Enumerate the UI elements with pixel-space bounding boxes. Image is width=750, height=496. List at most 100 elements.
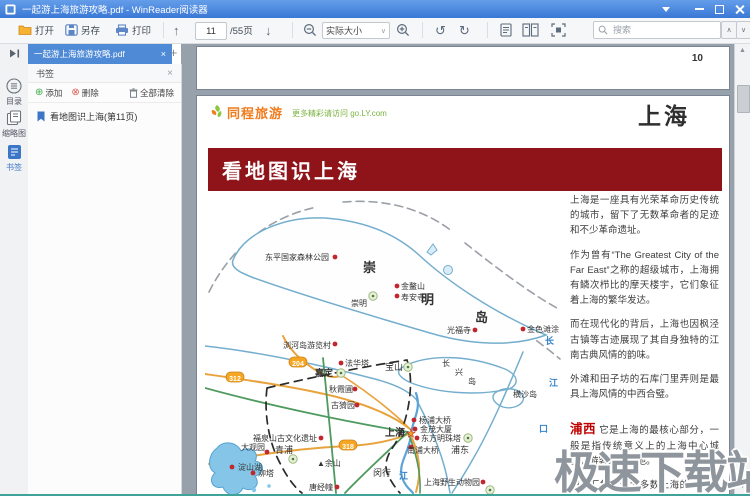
svg-text:闵行: 闵行 (373, 467, 391, 478)
zoom-out-icon (303, 23, 317, 37)
brand-logo-icon (209, 104, 225, 120)
svg-text:唐经幢: 唐经幢 (309, 482, 333, 492)
puxi-keyword: 浦西 (570, 422, 596, 436)
pdf-page-previous: 10 (197, 47, 729, 89)
new-tab-button[interactable]: + (166, 45, 181, 61)
shanghai-map: 204312318★东平国家森林公园崇明岛金鳌山寿安寺崇明光福寺金色滩涂长江口长… (205, 196, 563, 494)
search-input[interactable] (611, 24, 705, 36)
page-paragraphs: 上海是一座具有光荣革命历史传统的城市，留下了无数革命者的足迹和不少革命遗址。作为… (570, 193, 719, 402)
next-page-button[interactable]: ↓ (265, 18, 272, 42)
window-title: 一起游上海旅游攻略.pdf - WinReader阅读器 (22, 2, 208, 16)
delete-label: 删除 (82, 87, 99, 99)
folder-icon (18, 24, 32, 36)
svg-text:★: ★ (406, 428, 416, 440)
svg-text:金茂大厦: 金茂大厦 (420, 424, 452, 434)
rail-thumbnails-label: 缩略图 (0, 128, 28, 139)
svg-text:福泉山古文化遗址: 福泉山古文化遗址 (253, 433, 317, 443)
svg-text:金色滩涂: 金色滩涂 (527, 324, 559, 334)
vertical-scrollbar[interactable]: ▲ ▼ (734, 43, 750, 494)
rotate-right-icon: ↻ (459, 24, 470, 37)
app-window: 一起游上海旅游攻略.pdf - WinReader阅读器 打开 另存 打印 ↑ … (0, 0, 750, 496)
svg-text:岛: 岛 (468, 376, 476, 386)
rotate-left-icon: ↺ (435, 24, 446, 37)
search-box[interactable] (593, 21, 721, 39)
svg-text:金鳌山: 金鳌山 (401, 281, 425, 291)
rotate-right-button[interactable]: ↻ (459, 18, 470, 42)
zoom-in-button[interactable] (396, 18, 410, 42)
rail-item-bookmarks[interactable]: 书签 (0, 144, 28, 173)
arrow-down-icon: ↓ (265, 24, 272, 37)
page-number-input[interactable] (195, 22, 227, 40)
svg-text:杨浦大桥: 杨浦大桥 (419, 415, 451, 425)
open-label: 打开 (35, 23, 54, 37)
svg-text:上海: 上海 (385, 426, 405, 439)
svg-text:长: 长 (442, 358, 450, 368)
search-prev-button[interactable]: ∧ (721, 21, 737, 39)
delete-icon: ⊗ (71, 87, 79, 98)
bookmark-add-button[interactable]: ⊕ 添加 (35, 87, 62, 99)
svg-text:浏河岛游览村: 浏河岛游览村 (283, 340, 331, 350)
svg-text:江: 江 (549, 377, 558, 388)
svg-text:兴: 兴 (455, 368, 463, 377)
svg-text:古猗园: 古猗园 (331, 400, 355, 410)
document-view[interactable]: 10 同程旅游 更多精彩请访问 go.LY.com 上海 看地图识上海 (181, 43, 734, 494)
rail-bookmarks-label: 书签 (0, 162, 28, 173)
brand-tagline: 更多精彩请访问 go.LY.com (292, 108, 387, 119)
bookmark-panel: 书签 × ⊕ 添加 ⊗ 删除 全部清除 看地图识上海(第11页) (28, 64, 182, 494)
save-as-button[interactable]: 另存 (65, 18, 100, 42)
zoom-out-button[interactable] (303, 18, 317, 42)
svg-text:泖塔: 泖塔 (258, 468, 274, 478)
minimize-icon[interactable] (695, 8, 704, 10)
thumbnails-icon (6, 110, 22, 126)
add-label: 添加 (45, 87, 62, 99)
svg-text:秋霞圃: 秋霞圃 (329, 384, 353, 394)
search-next-button[interactable]: ∨ (736, 21, 750, 39)
svg-text:东方明珠塔: 东方明珠塔 (421, 433, 461, 443)
bookmark-delete-button[interactable]: ⊗ 删除 (71, 87, 98, 99)
fullscreen-icon (551, 23, 566, 37)
close-icon[interactable] (735, 5, 744, 14)
titlebar-menu-icon[interactable] (662, 7, 670, 12)
section-heading-banner: 看地图识上海 (208, 148, 722, 191)
svg-text:崇明: 崇明 (351, 299, 367, 308)
collapse-panel-icon (9, 49, 20, 58)
rail-item-toc[interactable]: 目录 (0, 78, 28, 107)
toc-icon (6, 78, 22, 94)
scrollbar-thumb[interactable] (737, 85, 750, 113)
save-as-label: 另存 (81, 23, 100, 37)
two-page-view-button[interactable] (522, 18, 539, 42)
svg-text:嘉定: 嘉定 (314, 367, 334, 378)
printer-icon (115, 24, 129, 36)
svg-text:▲余山: ▲余山 (317, 458, 341, 468)
bookmark-icon (37, 111, 45, 122)
svg-text:青浦: 青浦 (275, 444, 293, 455)
region-title: 上海 (638, 97, 690, 131)
svg-text:寿安寺: 寿安寺 (401, 292, 425, 302)
document-tab[interactable]: 一起游上海旅游攻略.pdf × (28, 43, 172, 64)
single-page-view-button[interactable] (500, 18, 512, 42)
open-button[interactable]: 打开 (18, 18, 54, 42)
chevron-up-icon: ∧ (726, 26, 731, 34)
svg-text:法华塔: 法华塔 (345, 358, 369, 368)
sidebar-collapse-button[interactable] (0, 43, 28, 64)
bookmark-list-item[interactable]: 看地图识上海(第11页) (28, 103, 181, 130)
svg-text:岛: 岛 (475, 310, 488, 325)
svg-text:江: 江 (399, 470, 408, 481)
rotate-left-button[interactable]: ↺ (435, 18, 446, 42)
svg-text:上海野生动物园: 上海野生动物园 (424, 477, 480, 487)
svg-text:宝山: 宝山 (385, 361, 403, 372)
scroll-up-icon[interactable]: ▲ (735, 47, 750, 54)
maximize-icon[interactable] (715, 5, 724, 14)
bookmark-clear-all-button[interactable]: 全部清除 (129, 87, 174, 99)
svg-text:东平国家森林公园: 东平国家森林公园 (265, 252, 329, 262)
rail-item-thumbnails[interactable]: 缩略图 (0, 110, 28, 139)
panel-title: 书签 (36, 67, 54, 80)
rail-toc-label: 目录 (0, 96, 28, 107)
svg-text:312: 312 (229, 376, 241, 383)
single-page-icon (500, 23, 512, 37)
print-button[interactable]: 打印 (115, 18, 151, 42)
zoom-mode-select[interactable]: 实际大小 ∨ (322, 22, 390, 39)
fullscreen-button[interactable] (551, 18, 566, 42)
panel-close-icon[interactable]: × (167, 68, 173, 79)
prev-page-button[interactable]: ↑ (173, 18, 180, 42)
